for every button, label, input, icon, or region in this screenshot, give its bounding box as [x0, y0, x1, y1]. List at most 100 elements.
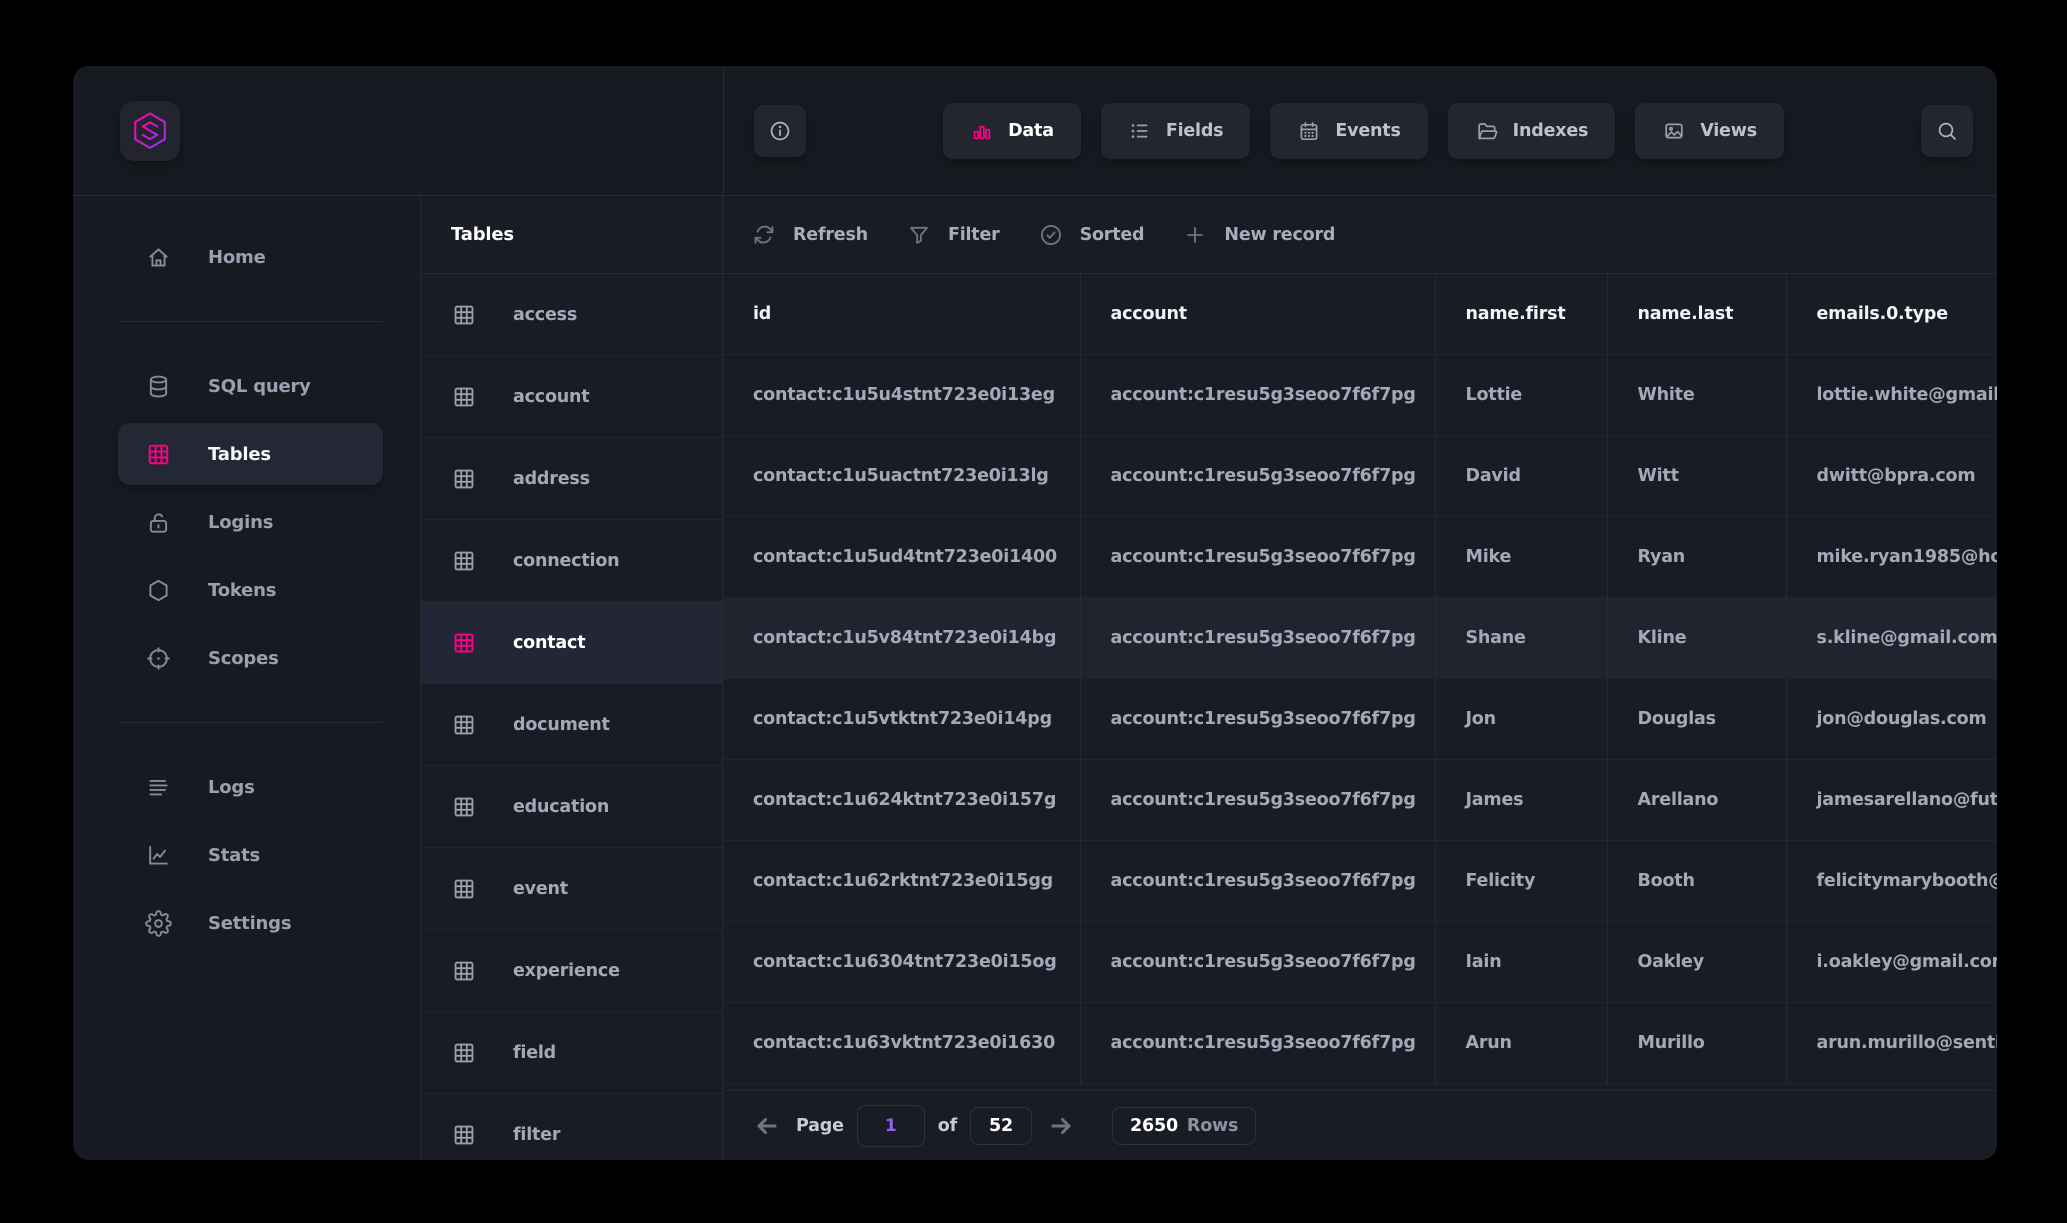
sidebar-item-label: Logs	[208, 777, 255, 798]
hexagon-icon	[145, 577, 172, 604]
table-row[interactable]: contact:c1u63vktnt723e0i1630account:c1re…	[723, 1003, 1997, 1084]
top-bar-left	[73, 66, 723, 195]
cell-name-first: Arun	[1435, 1003, 1607, 1084]
database-icon	[145, 373, 172, 400]
table-grid-icon	[145, 441, 172, 468]
cell-name-last: Witt	[1607, 436, 1786, 517]
cell-name-first: Iain	[1435, 922, 1607, 1003]
table-list-item-account[interactable]: account	[421, 356, 722, 438]
tab-events[interactable]: Events	[1270, 103, 1427, 159]
cell-name-last: Booth	[1607, 841, 1786, 922]
cell-account: account:c1resu5g3seoo7f6f7pg	[1080, 679, 1435, 760]
table-row[interactable]: contact:c1u5ud4tnt723e0i1400account:c1re…	[723, 517, 1997, 598]
cell-account: account:c1resu5g3seoo7f6f7pg	[1080, 517, 1435, 598]
cell-name-first: Shane	[1435, 598, 1607, 679]
app-logo-button[interactable]	[120, 101, 180, 161]
tab-fields[interactable]: Fields	[1101, 103, 1251, 159]
sidebar-divider	[118, 321, 383, 322]
search-button[interactable]	[1921, 105, 1973, 157]
chart-line-icon	[145, 842, 172, 869]
sidebar-item-logs[interactable]: Logs	[118, 756, 383, 818]
list-icon	[1128, 119, 1152, 143]
tables-list: access account address connection contact doc…	[421, 274, 722, 1160]
filter-button[interactable]: Filter	[906, 222, 1000, 248]
cell-account: account:c1resu5g3seoo7f6f7pg	[1080, 436, 1435, 517]
cell-account: account:c1resu5g3seoo7f6f7pg	[1080, 355, 1435, 436]
cell-emails-0-type: jon@douglas.com	[1786, 679, 1997, 760]
cell-name-last: Arellano	[1607, 760, 1786, 841]
folder-open-icon	[1475, 119, 1499, 143]
table-row[interactable]: contact:c1u6304tnt723e0i15ogaccount:c1re…	[723, 922, 1997, 1003]
sidebar-item-label: Tokens	[208, 580, 276, 601]
cell-account: account:c1resu5g3seoo7f6f7pg	[1080, 841, 1435, 922]
tab-views[interactable]: Views	[1635, 103, 1784, 159]
table-list-item-filter[interactable]: filter	[421, 1094, 722, 1160]
info-button[interactable]	[754, 105, 806, 157]
check-circle-icon	[1038, 222, 1064, 248]
table-list-item-contact[interactable]: contact	[421, 602, 722, 684]
table-list-item-event[interactable]: event	[421, 848, 722, 930]
arrow-right-icon	[1046, 1111, 1076, 1141]
sidebar-item-settings[interactable]: Settings	[118, 892, 383, 954]
sidebar-item-home[interactable]: Home	[118, 226, 383, 288]
cell-name-first: David	[1435, 436, 1607, 517]
table-row[interactable]: contact:c1u62rktnt723e0i15ggaccount:c1re…	[723, 841, 1997, 922]
cell-name-first: James	[1435, 760, 1607, 841]
toolbar-action-label: Refresh	[793, 225, 868, 245]
cell-emails-0-type: i.oakley@gmail.com	[1786, 922, 1997, 1003]
table-name: account	[513, 387, 589, 407]
table-name: field	[513, 1043, 556, 1063]
table-list-item-education[interactable]: education	[421, 766, 722, 848]
sidebar-item-tables[interactable]: Tables	[118, 423, 383, 485]
of-label: of	[938, 1116, 957, 1136]
table-row[interactable]: contact:c1u624ktnt723e0i157gaccount:c1re…	[723, 760, 1997, 841]
table-name: document	[513, 715, 610, 735]
table-name: address	[513, 469, 590, 489]
sidebar-item-label: Stats	[208, 845, 260, 866]
previous-page-button[interactable]	[751, 1110, 783, 1142]
cell-emails-0-type: felicitymarybooth@gmail.com	[1786, 841, 1997, 922]
current-page-input[interactable]	[857, 1105, 925, 1147]
cell-id: contact:c1u624ktnt723e0i157g	[723, 760, 1080, 841]
new-record-button[interactable]: New record	[1182, 222, 1335, 248]
table-list-item-experience[interactable]: experience	[421, 930, 722, 1012]
table-row[interactable]: contact:c1u5u4stnt723e0i13egaccount:c1re…	[723, 355, 1997, 436]
sidebar-item-scopes[interactable]: Scopes	[118, 627, 383, 689]
table-row[interactable]: contact:c1u5vtktnt723e0i14pgaccount:c1re…	[723, 679, 1997, 760]
table-list-item-field[interactable]: field	[421, 1012, 722, 1094]
sorted-button[interactable]: Sorted	[1038, 222, 1145, 248]
lock-open-icon	[145, 509, 172, 536]
sidebar-item-sql-query[interactable]: SQL query	[118, 355, 383, 417]
sidebar-item-stats[interactable]: Stats	[118, 824, 383, 886]
table-row[interactable]: contact:c1u5uactnt723e0i13lgaccount:c1re…	[723, 436, 1997, 517]
calendar-icon	[1297, 119, 1321, 143]
table-row[interactable]: contact:c1u5v84tnt723e0i14bgaccount:c1re…	[723, 598, 1997, 679]
table-name: filter	[513, 1125, 560, 1145]
table-list-item-access[interactable]: access	[421, 274, 722, 356]
tab-data[interactable]: Data	[943, 103, 1081, 159]
tab-indexes[interactable]: Indexes	[1448, 103, 1616, 159]
target-icon	[145, 645, 172, 672]
cell-account: account:c1resu5g3seoo7f6f7pg	[1080, 760, 1435, 841]
window-body: Home SQL queryTablesLogins Tokens Scopes Log…	[73, 196, 1997, 1160]
table-name: access	[513, 305, 577, 325]
table-list-item-document[interactable]: document	[421, 684, 722, 766]
tables-panel: Tables accessaccountaddressconnectioncon…	[420, 196, 723, 1160]
gear-icon	[145, 910, 172, 937]
toolbar-action-label: Sorted	[1080, 225, 1145, 245]
cell-name-last: Douglas	[1607, 679, 1786, 760]
sidebar-item-logins[interactable]: Logins	[118, 491, 383, 553]
cell-name-last: Murillo	[1607, 1003, 1786, 1084]
table-list-item-address[interactable]: address	[421, 438, 722, 520]
next-page-button[interactable]	[1045, 1110, 1077, 1142]
refresh-icon	[751, 222, 777, 248]
table-grid-icon	[451, 794, 477, 820]
tab-label: Data	[1008, 121, 1054, 141]
table-grid-icon	[451, 302, 477, 328]
table-list-item-connection[interactable]: connection	[421, 520, 722, 602]
refresh-button[interactable]: Refresh	[751, 222, 868, 248]
table-name: contact	[513, 633, 585, 653]
table-name: education	[513, 797, 609, 817]
sidebar-item-tokens[interactable]: Tokens	[118, 559, 383, 621]
cell-name-first: Mike	[1435, 517, 1607, 598]
